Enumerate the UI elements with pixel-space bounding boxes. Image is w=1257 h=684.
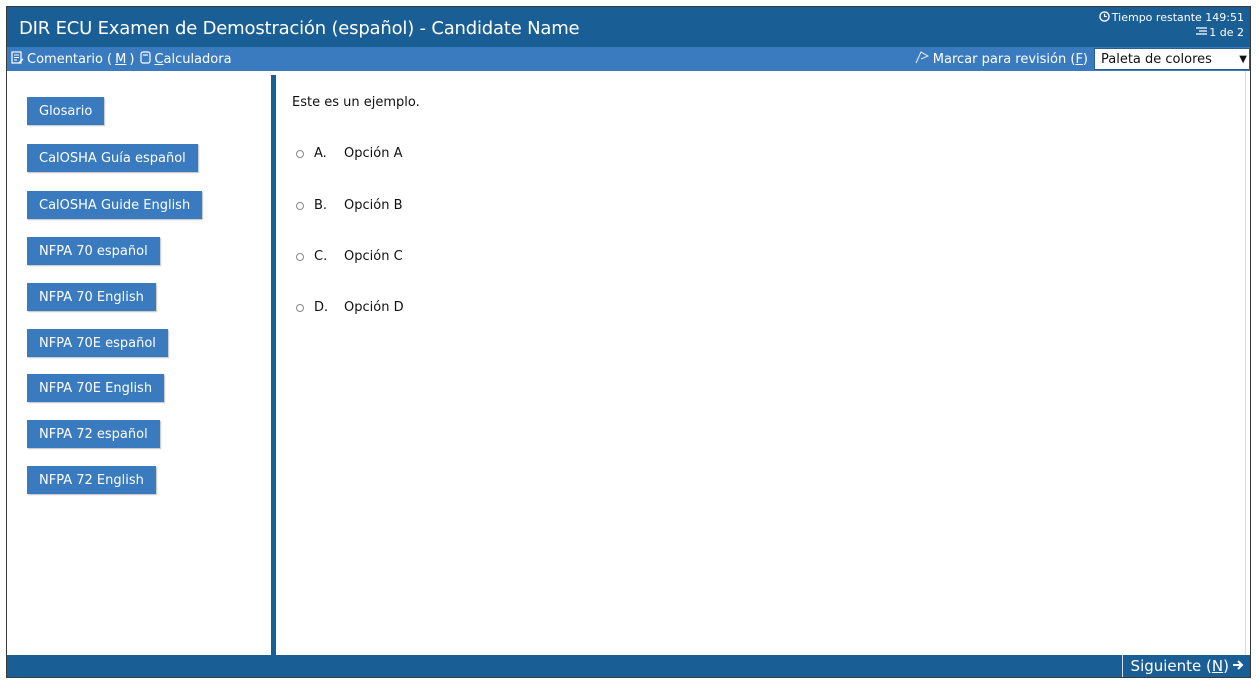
exam-window: DIR ECU Examen de Demostración (español)… [6,6,1251,678]
option-letter: C. [314,249,328,264]
mark-shortcut: F [1075,51,1083,67]
toolbar: Comentario (M) Calculadora Marcar para r… [7,47,1250,71]
question-stem: Este es un ejemplo. [292,95,420,110]
time-remaining: Tiempo restante 149:51 [1111,11,1244,24]
palette-value: Paleta de colores [1101,51,1212,67]
footer-bar: Siguiente (N) [7,655,1250,677]
nfpa72-es-button[interactable]: NFPA 72 español [27,420,160,448]
mark-label-post: ) [1082,51,1088,67]
nfpa70-en-button[interactable]: NFPA 70 English [27,283,156,311]
calosha-guide-en-button[interactable]: CalOSHA Guide English [27,191,203,219]
nfpa70e-en-button[interactable]: NFPA 70E English [27,374,165,402]
comment-shortcut: M [115,52,127,67]
option-text: Opción D [344,300,404,315]
nfpa70-es-button[interactable]: NFPA 70 español [27,237,160,265]
option-text: Opción A [344,146,403,161]
reference-sidebar: Glosario CalOSHA Guía español CalOSHA Gu… [7,71,271,657]
comment-button[interactable]: Comentario (M) [11,51,134,68]
arrow-right-icon [1232,657,1244,675]
timer-panel: Tiempo restante 149:51 1 de 2 [1099,10,1244,40]
option-a[interactable]: A. Opción A [296,146,402,161]
calculator-icon [140,51,152,68]
calosha-guide-es-button[interactable]: CalOSHA Guía español [27,144,198,172]
option-letter: D. [314,300,329,315]
next-label-post: ) [1223,657,1229,675]
question-progress[interactable]: 1 de 2 [1209,26,1244,39]
next-shortcut: N [1211,657,1224,675]
option-text: Opción B [344,198,403,213]
option-letter: B. [314,198,328,213]
mark-label: Marcar para revisión ( [932,51,1076,67]
radio-button[interactable] [296,201,304,210]
comment-label-pre: Comentario ( [27,52,113,67]
option-text: Opción C [344,249,403,264]
next-button[interactable]: Siguiente (N) [1121,655,1244,677]
option-b[interactable]: B. Opción B [296,198,403,213]
calculator-label: alculadora [163,52,232,67]
comment-icon [11,51,24,68]
color-palette-select[interactable]: Paleta de colores ▼ [1094,48,1250,70]
flag-icon [915,50,930,68]
comment-label-post: ) [129,52,135,67]
exam-title: DIR ECU Examen de Demostración (español)… [19,18,580,39]
option-letter: A. [314,146,327,161]
radio-button[interactable] [296,303,304,312]
option-c[interactable]: C. Opción C [296,249,403,264]
dropdown-arrow-icon: ▼ [1239,53,1247,65]
calculator-button[interactable]: Calculadora [140,51,232,68]
nfpa72-en-button[interactable]: NFPA 72 English [27,466,156,494]
radio-button[interactable] [296,149,304,158]
glossary-button[interactable]: Glosario [27,97,105,125]
nfpa70e-es-button[interactable]: NFPA 70E español [27,329,168,357]
radio-button[interactable] [296,252,304,261]
mark-for-review-button[interactable]: Marcar para revisión (F) [915,50,1088,68]
option-d[interactable]: D. Opción D [296,300,404,315]
question-list-icon [1196,26,1208,39]
clock-icon [1099,10,1110,25]
question-panel: Este es un ejemplo. A. Opción A B. Opció… [276,71,1246,657]
title-bar: DIR ECU Examen de Demostración (español)… [7,7,1250,47]
next-label-pre: Siguiente ( [1130,657,1212,675]
